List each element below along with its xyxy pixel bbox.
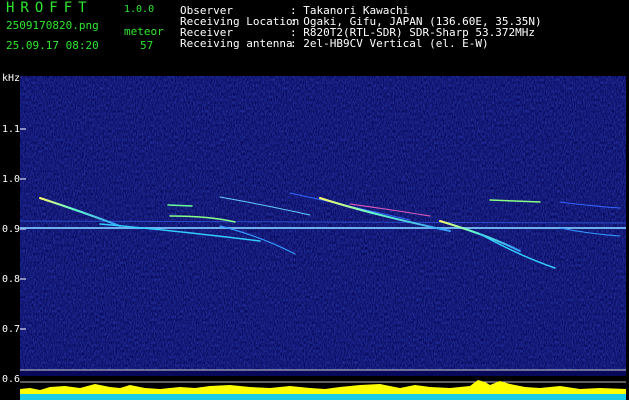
meteor-count-label: meteor: [124, 25, 164, 38]
meteor-count-value: 57: [140, 39, 154, 52]
app-version: 1.0.0: [124, 4, 155, 15]
header-panel: HROFFT 1.0.0 2509170820.png meteor 25.09…: [0, 0, 629, 72]
meteor-trace: [167, 204, 193, 207]
info-row-antenna: Receiving antenna: 2el-HB9CV Vertical (e…: [180, 37, 489, 50]
y-tick-label: 1.0: [2, 174, 21, 185]
y-axis-unit: kHz: [2, 73, 21, 84]
station-info: Observer: Takanori Kawachi Receiving Loc…: [180, 5, 542, 49]
y-tick-label: 0.9: [2, 224, 21, 235]
spectrogram: [20, 76, 626, 376]
timestamp-label: 25.09.17 08:20: [6, 39, 99, 52]
signal-level-graph: [20, 376, 626, 400]
y-tick-label: 1.1: [2, 124, 21, 135]
level-base: [20, 394, 626, 400]
app-title: HROFFT: [6, 0, 93, 16]
y-tick-label: 0.7: [2, 324, 21, 335]
y-tick-label: 0.8: [2, 274, 21, 285]
filename-label: 2509170820.png: [6, 19, 99, 32]
y-tick-label: 0.6: [2, 374, 21, 385]
